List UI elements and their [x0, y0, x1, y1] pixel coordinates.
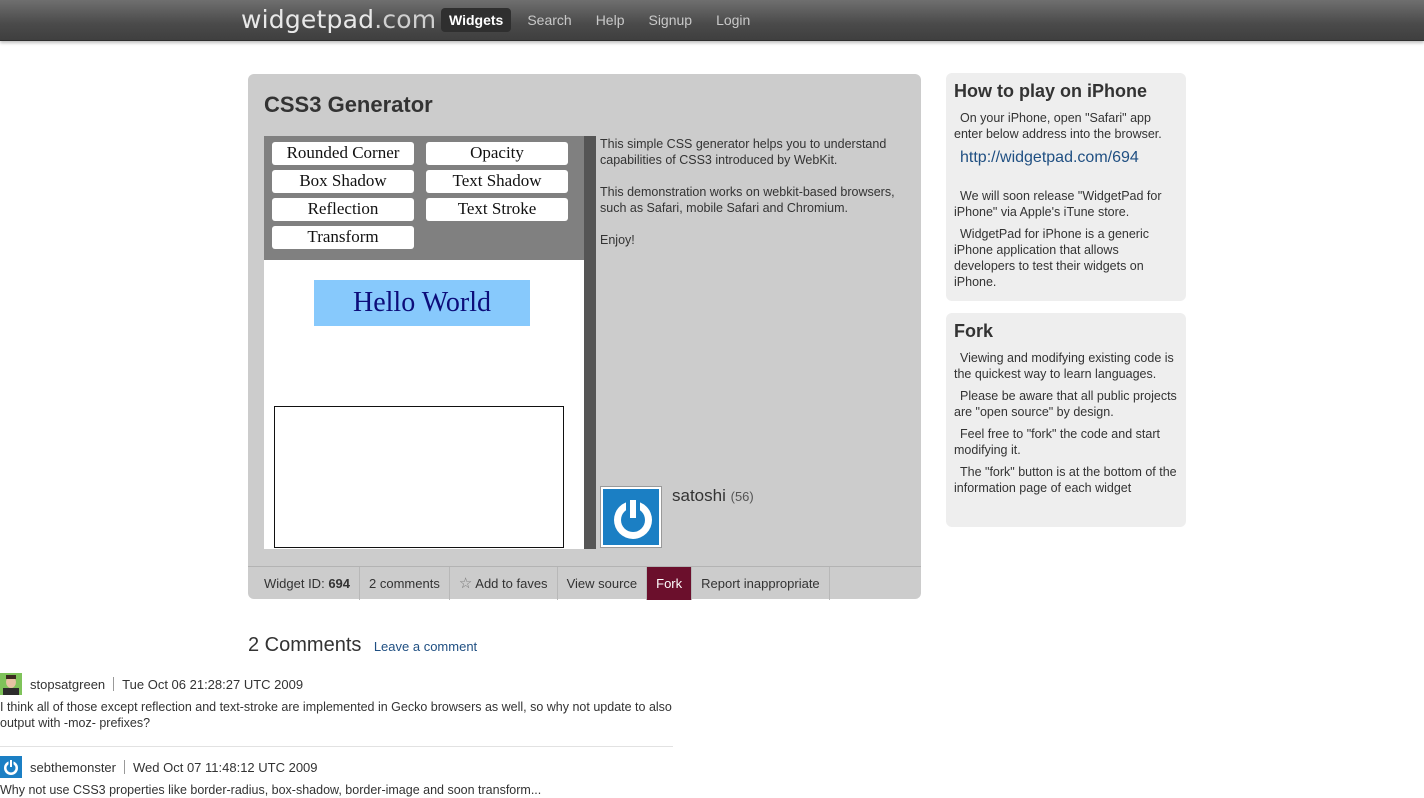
description-paragraph: This simple CSS generator helps you to u… — [600, 137, 887, 167]
comment-item: sebthemonster Wed Oct 07 11:48:12 UTC 20… — [0, 756, 673, 798]
view-source-button[interactable]: View source — [558, 567, 648, 600]
text-stroke-button[interactable]: Text Stroke — [426, 198, 568, 221]
logo-main: widgetpad — [241, 5, 375, 34]
iphone-box-title: How to play on iPhone — [954, 81, 1147, 101]
widget-id-value: 694 — [328, 576, 351, 591]
comment-text: I think all of those except reflection a… — [0, 700, 672, 730]
author-username[interactable]: satoshi — [672, 486, 726, 505]
widget-button-panel: Rounded Corner Opacity Box Shadow Text S… — [264, 136, 584, 260]
nav-help[interactable]: Help — [588, 8, 633, 32]
star-icon: ☆ — [458, 575, 473, 592]
widget-panel: CSS3 Generator Rounded Corner Opacity Bo… — [248, 74, 921, 600]
report-inappropriate-button[interactable]: Report inappropriate — [692, 567, 830, 600]
description-paragraph: This demonstration works on webkit-based… — [600, 185, 895, 215]
transform-button[interactable]: Transform — [272, 226, 414, 249]
author-name: satoshi (56) — [672, 486, 754, 506]
author-avatar[interactable] — [600, 486, 662, 548]
comments-heading: 2 Comments — [248, 634, 362, 656]
fork-paragraph: Viewing and modifying existing code is t… — [954, 351, 1174, 381]
description-paragraph: Enjoy! — [600, 233, 635, 247]
fork-box-title: Fork — [954, 321, 994, 341]
fork-paragraph: Feel free to "fork" the code and start m… — [954, 427, 1160, 457]
leave-comment-link[interactable]: Leave a comment — [374, 639, 477, 654]
commenter-avatar[interactable] — [0, 756, 22, 778]
widget-title: CSS3 Generator — [264, 92, 433, 117]
comments-section: 2 Comments Leave a comment — [248, 634, 921, 657]
hello-world-preview: Hello World — [314, 280, 530, 326]
iphone-info-box: How to play on iPhone On your iPhone, op… — [946, 73, 1186, 301]
comment-date: Wed Oct 07 11:48:12 UTC 2009 — [133, 759, 318, 775]
iphone-release-note: We will soon release "WidgetPad for iPho… — [954, 189, 1162, 219]
fork-info-box: Fork Viewing and modifying existing code… — [946, 313, 1186, 527]
comment-item: stopsatgreen Tue Oct 06 21:28:27 UTC 200… — [0, 673, 673, 731]
box-shadow-button[interactable]: Box Shadow — [272, 170, 414, 193]
power-icon — [614, 498, 652, 539]
widget-preview: Rounded Corner Opacity Box Shadow Text S… — [264, 136, 596, 549]
comment-header: sebthemonster Wed Oct 07 11:48:12 UTC 20… — [0, 756, 673, 778]
comment-text: Why not use CSS3 properties like border-… — [0, 783, 542, 797]
widget-id: Widget ID: 694 — [248, 567, 361, 600]
add-to-faves-button[interactable]: ☆ Add to faves — [450, 567, 558, 600]
logo-domain: .com — [374, 5, 437, 34]
comment-username[interactable]: stopsatgreen — [30, 677, 105, 692]
widget-description: This simple CSS generator helps you to u… — [600, 136, 910, 264]
main-nav: Widgets Search Help Signup Login — [441, 8, 766, 32]
widget-url-link[interactable]: http://widgetpad.com/694 — [960, 150, 1178, 166]
add-to-faves-label: Add to faves — [475, 576, 548, 591]
person-avatar-icon — [0, 673, 22, 695]
widget-id-label: Widget ID: — [264, 576, 325, 591]
iphone-intro: On your iPhone, open "Safari" app enter … — [954, 111, 1162, 141]
separator — [113, 677, 115, 691]
site-logo[interactable]: widgetpad.com — [241, 5, 436, 34]
nav-widgets[interactable]: Widgets — [441, 8, 512, 32]
iphone-app-description: WidgetPad for iPhone is a generic iPhone… — [954, 227, 1149, 289]
nav-login[interactable]: Login — [708, 8, 758, 32]
rounded-corner-button[interactable]: Rounded Corner — [272, 142, 414, 165]
opacity-button[interactable]: Opacity — [426, 142, 568, 165]
text-shadow-button[interactable]: Text Shadow — [426, 170, 568, 193]
comments-link[interactable]: 2 comments — [360, 567, 450, 600]
fork-paragraph: Please be aware that all public projects… — [954, 389, 1177, 419]
top-navigation-bar: widgetpad.com Widgets Search Help Signup… — [0, 0, 1424, 41]
fork-button[interactable]: Fork — [647, 567, 693, 600]
css-output-box[interactable] — [274, 406, 564, 548]
comment-header: stopsatgreen Tue Oct 06 21:28:27 UTC 200… — [0, 673, 673, 695]
nav-search[interactable]: Search — [519, 8, 579, 32]
comment-username[interactable]: sebthemonster — [30, 760, 116, 775]
fork-paragraph: The "fork" button is at the bottom of th… — [954, 465, 1177, 495]
power-icon — [0, 756, 22, 778]
reflection-button[interactable]: Reflection — [272, 198, 414, 221]
widget-action-bar: Widget ID: 694 2 comments ☆ Add to faves … — [248, 566, 921, 600]
nav-signup[interactable]: Signup — [640, 8, 700, 32]
commenter-avatar[interactable] — [0, 673, 22, 695]
comment-divider — [0, 746, 673, 747]
widget-canvas: Hello World — [264, 260, 584, 549]
comment-date: Tue Oct 06 21:28:27 UTC 2009 — [122, 676, 304, 692]
separator — [124, 760, 125, 774]
author-widget-count: (56) — [730, 489, 754, 504]
